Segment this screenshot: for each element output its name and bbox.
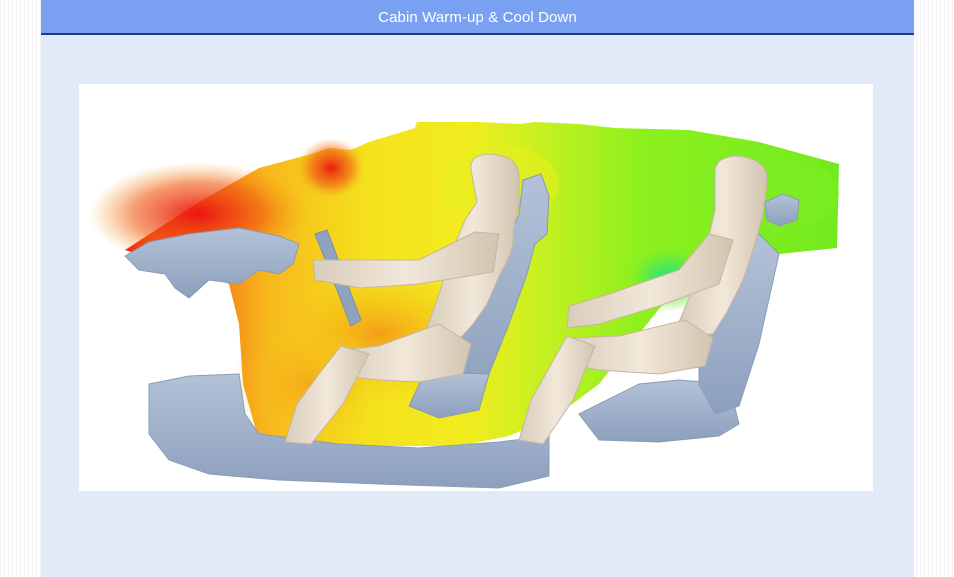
- title-bar: Cabin Warm-up & Cool Down: [41, 0, 914, 35]
- cabin-simulation-image: [79, 84, 873, 491]
- page-title: Cabin Warm-up & Cool Down: [378, 9, 577, 26]
- cabin-simulation-graphic: [89, 122, 839, 489]
- page: Cabin Warm-up & Cool Down: [41, 0, 914, 577]
